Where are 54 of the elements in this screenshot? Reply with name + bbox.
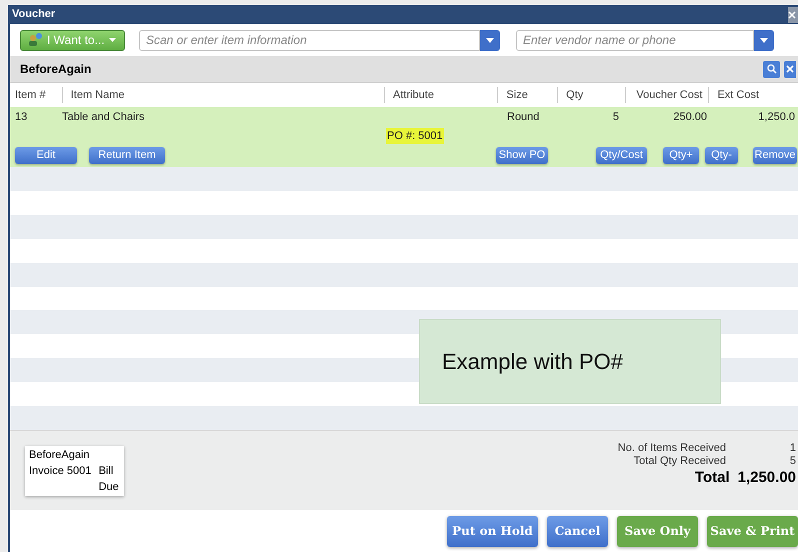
table-cell-text: Table and Chairs: [62, 110, 146, 125]
close-icon: [788, 10, 796, 18]
table-cell-text: Round: [507, 110, 540, 125]
close-button[interactable]: [784, 60, 796, 78]
footer-button[interactable]: Cancel: [547, 516, 608, 546]
grand-total-value: 1,250.00: [738, 468, 796, 488]
search-icon: [766, 64, 776, 74]
search-button[interactable]: [763, 60, 780, 78]
qty-cost-button[interactable]: Qty/Cost: [596, 146, 647, 164]
dropdown-button[interactable]: [754, 30, 774, 50]
return-item-button[interactable]: Return Item: [89, 146, 165, 164]
grand-total-label: Total: [694, 468, 730, 488]
column-header[interactable]: Item Name: [70, 88, 125, 101]
qty-plus-button[interactable]: Qty+: [663, 146, 699, 164]
note-text: Example with PO#: [442, 348, 623, 376]
caret-icon: [108, 38, 116, 42]
edit-button[interactable]: Edit: [15, 146, 77, 164]
footer-button[interactable]: Save Only: [617, 516, 698, 546]
show-po-button[interactable]: Show PO: [496, 146, 548, 164]
close-icon: [786, 65, 794, 73]
item-search-field[interactable]: Scan or enter item information: [139, 30, 480, 50]
action-menu-button[interactable]: I Want to...: [20, 30, 125, 50]
total-value: 1: [788, 442, 796, 454]
vendor-search-field[interactable]: Enter vendor name or phone: [516, 30, 754, 50]
table-cell-text: 13: [15, 110, 28, 125]
dropdown-button[interactable]: [480, 30, 500, 50]
column-header[interactable]: Ext Cost: [717, 88, 760, 101]
caret-icon: [486, 38, 494, 42]
close-button[interactable]: [788, 6, 798, 22]
card-invoice: Invoice 5001: [29, 464, 92, 478]
caret-icon: [760, 38, 768, 42]
window-title: Voucher: [12, 7, 56, 22]
footer-button[interactable]: Save & Print: [707, 516, 798, 546]
column-header[interactable]: Attribute: [393, 88, 434, 101]
people-icon: [27, 33, 43, 47]
column-header[interactable]: Qty: [566, 88, 584, 101]
po-number: PO #: 5001: [386, 128, 444, 144]
column-header[interactable]: Size: [506, 88, 528, 101]
footer-button[interactable]: Put on Hold: [447, 516, 538, 546]
card-status: Bill: [98, 464, 114, 478]
vendor-name: BeforeAgain: [20, 61, 92, 78]
total-label: Total Qty Received: [634, 454, 726, 468]
card-status: Due: [98, 480, 120, 494]
item-row[interactable]: 13 Table and Chairs Round 5 250.00 1,250.0 PO #: 5001 Edit Return Item Show PO Qty/Cost Qty+ Qty- Remove: [10, 107, 798, 167]
remove-button[interactable]: Remove: [753, 146, 797, 164]
table-cell-text: 5: [612, 110, 619, 125]
card-vendor: BeforeAgain: [29, 448, 91, 462]
qty-minus-button[interactable]: Qty-: [705, 146, 738, 164]
column-header[interactable]: Voucher Cost: [636, 88, 702, 101]
total-label: No. of Items Received: [618, 442, 726, 454]
total-value: 5: [788, 454, 796, 468]
table-cell-text: 250.00: [672, 110, 707, 125]
column-header[interactable]: Item #: [15, 88, 46, 101]
table-cell-text: 1,250.0: [757, 110, 795, 125]
